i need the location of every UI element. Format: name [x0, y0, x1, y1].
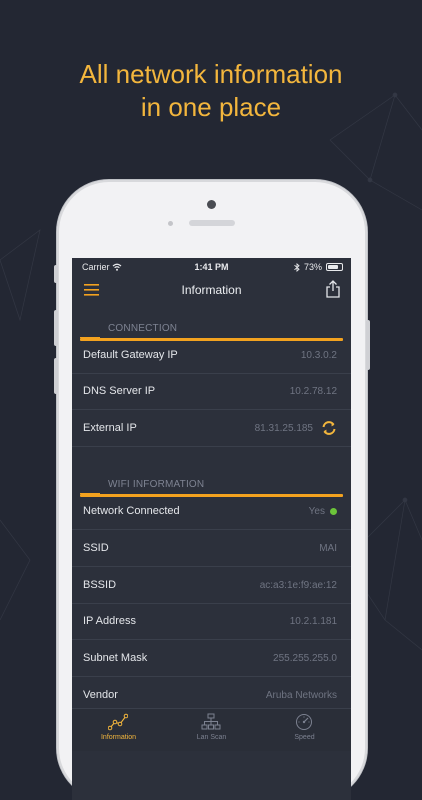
headline-line-1: All network information — [79, 59, 343, 89]
graph-icon — [108, 713, 128, 731]
speedometer-icon — [296, 714, 312, 730]
status-right: 73% — [294, 262, 343, 272]
row-value: 81.31.25.185 — [254, 423, 313, 434]
section-title: WIFI INFORMATION — [108, 479, 205, 490]
tab-label: Information — [100, 734, 137, 741]
row-label: Default Gateway IP — [83, 349, 178, 361]
page-title: Information — [181, 283, 242, 297]
row-value: ac:a3:1e:f9:ae:12 — [259, 580, 337, 591]
row-label: Network Connected — [83, 505, 180, 517]
info-row-subnet-mask[interactable]: Subnet Mask 255.255.255.0 — [72, 641, 351, 677]
section-title: CONNECTION — [108, 323, 178, 334]
front-camera — [207, 200, 216, 209]
row-value: MAI — [319, 543, 337, 554]
row-value: 255.255.255.0 — [273, 653, 337, 664]
row-label: BSSID — [83, 579, 117, 591]
info-row-ssid[interactable]: SSID MAI — [72, 531, 351, 567]
row-value: 10.3.0.2 — [300, 350, 337, 361]
status-bar: Carrier 1:41 PM 73% — [72, 258, 351, 278]
bluetooth-icon — [294, 262, 300, 272]
power-button — [366, 320, 370, 370]
battery-icon — [326, 263, 343, 271]
network-icon — [201, 713, 221, 730]
row-label: Subnet Mask — [83, 652, 148, 664]
headline-line-2: in one place — [140, 92, 282, 122]
info-row-gateway[interactable]: Default Gateway IP 10.3.0.2 — [72, 338, 351, 374]
volume-down-button — [54, 358, 58, 394]
refresh-icon[interactable] — [321, 420, 337, 436]
info-row-dns[interactable]: DNS Server IP 10.2.78.12 — [72, 374, 351, 410]
status-dot-icon — [330, 508, 337, 515]
row-value: 10.2.78.12 — [289, 386, 337, 397]
tab-bar: Information Lan Scan Speed — [72, 708, 351, 751]
info-row-external-ip[interactable]: External IP 81.31.25.185 — [72, 411, 351, 447]
row-value: Aruba Networks — [265, 690, 337, 701]
tab-information[interactable]: Information — [72, 709, 165, 751]
row-label: External IP — [83, 422, 137, 434]
info-row-bssid[interactable]: BSSID ac:a3:1e:f9:ae:12 — [72, 568, 351, 604]
row-label: Vendor — [83, 689, 118, 701]
earpiece-speaker — [189, 220, 235, 226]
tab-lan-scan[interactable]: Lan Scan — [165, 709, 258, 751]
share-icon[interactable] — [325, 280, 341, 298]
info-row-network-connected[interactable]: Network Connected Yes — [72, 494, 351, 530]
row-label: SSID — [83, 542, 109, 554]
mute-switch — [54, 265, 58, 283]
row-value-connected: Yes — [309, 506, 337, 517]
row-value: 10.2.1.181 — [289, 616, 337, 627]
info-row-ip-address[interactable]: IP Address 10.2.1.181 — [72, 604, 351, 640]
row-label: IP Address — [83, 615, 136, 627]
row-value: Yes — [308, 506, 325, 517]
proximity-sensor — [168, 221, 173, 226]
headline: All network information in one place — [0, 58, 422, 124]
battery-percent: 73% — [303, 262, 322, 272]
tab-label: Speed — [294, 734, 315, 741]
app-screen: Carrier 1:41 PM 73% Information CONNECTI… — [72, 258, 351, 800]
volume-up-button — [54, 310, 58, 346]
row-label: DNS Server IP — [83, 385, 156, 397]
navigation-bar: Information — [72, 278, 351, 306]
tab-speed[interactable]: Speed — [258, 709, 351, 751]
tab-label: Lan Scan — [196, 734, 227, 741]
phone-frame: Carrier 1:41 PM 73% Information CONNECTI… — [54, 180, 370, 800]
